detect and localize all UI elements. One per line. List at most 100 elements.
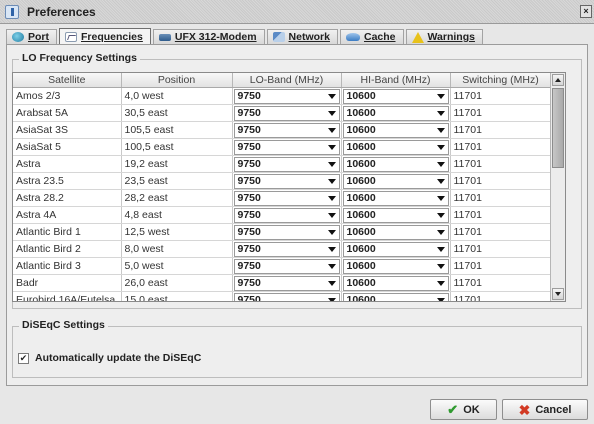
table-scrollbar[interactable] <box>550 73 565 301</box>
dropdown-arrow-icon[interactable] <box>436 110 445 116</box>
lo-band-select[interactable]: 9750 <box>233 156 340 171</box>
tab-frequencies[interactable]: Frequencies <box>59 28 151 44</box>
tab-cache[interactable]: Cache <box>339 29 404 44</box>
dropdown-arrow-icon[interactable] <box>327 93 336 99</box>
column-header-satellite[interactable]: Satellite <box>13 73 122 88</box>
lo-band-select[interactable]: 9750 <box>233 224 340 239</box>
dropdown-arrow-icon[interactable] <box>436 93 445 99</box>
satellite-cell: AsiaSat 3S <box>13 121 122 139</box>
column-header-switching[interactable]: Switching (MHz) <box>450 73 552 88</box>
dropdown-arrow-icon[interactable] <box>327 263 336 269</box>
table-row[interactable]: Astra 4A 4,8 east 9750 10600 11701 <box>13 206 552 224</box>
hi-band-select[interactable]: 10600 <box>342 258 449 273</box>
auto-update-diseqc-option[interactable]: ✔ Automatically update the DiSEqC <box>18 352 201 364</box>
dropdown-arrow-icon[interactable] <box>327 110 336 116</box>
table-row[interactable]: Atlantic Bird 1 12,5 west 9750 10600 11701 <box>13 223 552 241</box>
dropdown-arrow-icon[interactable] <box>436 297 445 301</box>
dropdown-arrow-icon[interactable] <box>436 229 445 235</box>
table-row[interactable]: AsiaSat 3S 105,5 east 9750 10600 11701 <box>13 121 552 139</box>
auto-update-diseqc-checkbox[interactable]: ✔ <box>18 352 29 364</box>
lo-band-select[interactable]: 9750 <box>233 207 340 222</box>
hi-band-select[interactable]: 10600 <box>342 105 449 120</box>
ok-button[interactable]: ✔ OK <box>430 399 497 420</box>
dropdown-arrow-icon[interactable] <box>327 297 336 301</box>
table-row[interactable]: Amos 2/3 4,0 west 9750 10600 11701 <box>13 87 552 105</box>
lo-band-select[interactable]: 9750 <box>233 88 340 103</box>
hi-band-select[interactable]: 10600 <box>342 241 449 256</box>
hi-band-select[interactable]: 10600 <box>342 88 449 103</box>
hi-band-cell: 10600 <box>341 189 451 207</box>
table-row[interactable]: Astra 19,2 east 9750 10600 11701 <box>13 155 552 173</box>
table-row[interactable]: Atlantic Bird 3 5,0 west 9750 10600 11701 <box>13 257 552 275</box>
dropdown-arrow-icon[interactable] <box>436 280 445 286</box>
lo-band-cell: 9750 <box>232 104 342 122</box>
tab-port[interactable]: Port <box>6 29 57 44</box>
dropdown-arrow-icon[interactable] <box>327 127 336 133</box>
tab-label: Warnings <box>427 31 475 43</box>
table-row[interactable]: AsiaSat 5 100,5 east 9750 10600 11701 <box>13 138 552 156</box>
table-row[interactable]: Arabsat 5A 30,5 east 9750 10600 11701 <box>13 104 552 122</box>
satellite-cell: Badr <box>13 274 122 292</box>
table-row[interactable]: Astra 23.5 23,5 east 9750 10600 11701 <box>13 172 552 190</box>
table-row[interactable]: Atlantic Bird 2 8,0 west 9750 10600 11701 <box>13 240 552 258</box>
cancel-button[interactable]: ✖ Cancel <box>502 399 588 420</box>
table-row[interactable]: Eurobird 16A/Eutelsa... 15,0 east 9750 1060… <box>13 291 552 301</box>
lo-band-select[interactable]: 9750 <box>233 258 340 273</box>
dropdown-arrow-icon[interactable] <box>327 212 336 218</box>
hi-band-select[interactable]: 10600 <box>342 139 449 154</box>
tab-network[interactable]: Network <box>266 29 338 44</box>
title-bar[interactable]: Preferences × <box>0 0 594 24</box>
lo-band-select[interactable]: 9750 <box>233 292 340 301</box>
lo-band-select[interactable]: 9750 <box>233 105 340 120</box>
lo-band-select[interactable]: 9750 <box>233 190 340 205</box>
dropdown-arrow-icon[interactable] <box>436 161 445 167</box>
lo-band-select[interactable]: 9750 <box>233 241 340 256</box>
hi-band-select[interactable]: 10600 <box>342 173 449 188</box>
hi-band-select[interactable]: 10600 <box>342 156 449 171</box>
scroll-down-icon[interactable] <box>552 288 564 300</box>
column-header-lo-band[interactable]: LO-Band (MHz) <box>232 73 342 88</box>
hi-band-value: 10600 <box>346 192 376 204</box>
hi-band-select[interactable]: 10600 <box>342 190 449 205</box>
lo-band-select[interactable]: 9750 <box>233 139 340 154</box>
lo-band-value: 9750 <box>237 124 261 136</box>
ok-button-label: OK <box>463 403 480 416</box>
hi-band-select[interactable]: 10600 <box>342 292 449 301</box>
network-icon <box>272 32 285 42</box>
lo-band-select[interactable]: 9750 <box>233 275 340 290</box>
table-row[interactable]: Badr 26,0 east 9750 10600 11701 <box>13 274 552 292</box>
column-header-position[interactable]: Position <box>121 73 233 88</box>
lo-band-select[interactable]: 9750 <box>233 122 340 137</box>
hi-band-select[interactable]: 10600 <box>342 224 449 239</box>
close-icon[interactable]: × <box>580 5 592 18</box>
dropdown-arrow-icon[interactable] <box>327 229 336 235</box>
hi-band-select[interactable]: 10600 <box>342 122 449 137</box>
dropdown-arrow-icon[interactable] <box>436 195 445 201</box>
column-header-hi-band[interactable]: HI-Band (MHz) <box>341 73 451 88</box>
tab-ufx-modem[interactable]: UFX 312-Modem <box>152 29 265 44</box>
hi-band-select[interactable]: 10600 <box>342 207 449 222</box>
table-row[interactable]: Astra 28.2 28,2 east 9750 10600 11701 <box>13 189 552 207</box>
dropdown-arrow-icon[interactable] <box>436 212 445 218</box>
dropdown-arrow-icon[interactable] <box>327 161 336 167</box>
dropdown-arrow-icon[interactable] <box>436 246 445 252</box>
dropdown-arrow-icon[interactable] <box>436 127 445 133</box>
position-cell: 26,0 east <box>121 274 233 292</box>
lo-band-value: 9750 <box>237 90 261 102</box>
tab-label: Cache <box>363 31 396 43</box>
lo-band-select[interactable]: 9750 <box>233 173 340 188</box>
satellite-cell: Atlantic Bird 2 <box>13 240 122 258</box>
dropdown-arrow-icon[interactable] <box>327 280 336 286</box>
hi-band-select[interactable]: 10600 <box>342 275 449 290</box>
dropdown-arrow-icon[interactable] <box>436 263 445 269</box>
scroll-up-icon[interactable] <box>552 74 564 86</box>
window-title: Preferences <box>27 4 96 19</box>
dropdown-arrow-icon[interactable] <box>327 246 336 252</box>
dropdown-arrow-icon[interactable] <box>436 144 445 150</box>
dropdown-arrow-icon[interactable] <box>327 195 336 201</box>
dropdown-arrow-icon[interactable] <box>327 178 336 184</box>
scrollbar-thumb[interactable] <box>552 88 564 168</box>
tab-warnings[interactable]: Warnings <box>405 29 483 44</box>
dropdown-arrow-icon[interactable] <box>327 144 336 150</box>
dropdown-arrow-icon[interactable] <box>436 178 445 184</box>
